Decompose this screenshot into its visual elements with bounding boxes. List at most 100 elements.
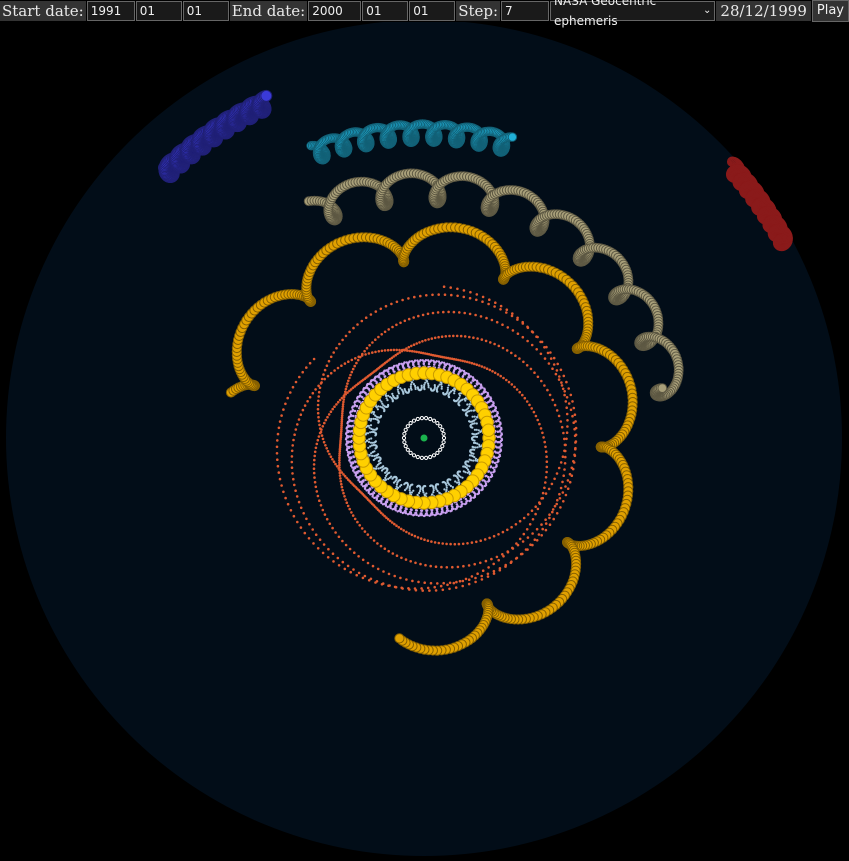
mars-trace-dot bbox=[353, 517, 357, 521]
mars-trace-dot bbox=[566, 425, 569, 428]
mars-trace-dot bbox=[511, 546, 514, 550]
mars-trace-dot bbox=[561, 455, 565, 459]
mars-trace-dot bbox=[560, 425, 564, 429]
venus-trace-dot bbox=[353, 405, 356, 408]
mars-trace-dot bbox=[552, 517, 555, 521]
mercury-trace-dot bbox=[457, 478, 460, 482]
mars-trace-dot bbox=[546, 388, 549, 392]
mars-trace-dot bbox=[314, 388, 317, 391]
mars-trace-dot bbox=[434, 565, 438, 568]
mars-trace-dot bbox=[301, 370, 305, 374]
mars-trace-dot bbox=[490, 557, 493, 561]
mars-trace-dot bbox=[418, 341, 421, 344]
mars-trace-dot bbox=[473, 562, 477, 566]
venus-trace-dot bbox=[346, 436, 350, 439]
venus-trace-dot bbox=[384, 502, 388, 506]
mars-trace-dot bbox=[437, 293, 441, 296]
mars-trace-dot bbox=[289, 509, 293, 512]
mars-trace-dot bbox=[525, 400, 529, 403]
mars-trace-dot bbox=[349, 373, 352, 377]
mars-trace-dot bbox=[463, 311, 467, 315]
mars-trace-dot bbox=[544, 522, 548, 525]
mars-trace-dot bbox=[398, 351, 402, 354]
mars-trace-dot bbox=[565, 412, 569, 416]
mars-trace-dot bbox=[383, 349, 387, 352]
mercury-trace-dot bbox=[472, 409, 475, 412]
mars-trace-dot bbox=[551, 367, 554, 371]
mars-trace-dot bbox=[276, 439, 279, 442]
venus-trace-dot bbox=[426, 509, 429, 512]
mars-trace-dot bbox=[317, 415, 320, 419]
mercury-trace-dot bbox=[467, 470, 471, 473]
venus-trace-dot bbox=[406, 363, 410, 367]
mars-trace-dot bbox=[408, 349, 412, 353]
mars-trace-dot bbox=[328, 452, 331, 456]
end-day-input[interactable] bbox=[409, 1, 456, 21]
current-date-display: 28/12/1999 bbox=[716, 1, 811, 21]
venus-trace-dot bbox=[389, 505, 392, 508]
mars-trace-dot bbox=[413, 295, 416, 299]
mars-trace-dot bbox=[533, 538, 537, 541]
mercury-trace-dot bbox=[432, 491, 435, 494]
mars-trace-dot bbox=[441, 588, 445, 592]
mars-trace-dot bbox=[458, 579, 462, 583]
end-month-input[interactable] bbox=[362, 1, 409, 21]
mars-trace-dot bbox=[504, 565, 507, 568]
mars-trace-dot bbox=[342, 394, 346, 398]
venus-trace-dot bbox=[480, 488, 483, 492]
mars-trace-dot bbox=[499, 374, 503, 378]
mars-trace-dot bbox=[436, 582, 439, 585]
mars-trace-dot bbox=[384, 304, 388, 308]
mars-trace-dot bbox=[391, 325, 394, 329]
mercury-trace-dot bbox=[379, 405, 382, 408]
start-day-input[interactable] bbox=[182, 1, 229, 21]
mars-trace-dot bbox=[531, 532, 534, 535]
mars-trace-dot bbox=[541, 431, 544, 435]
ephemeris-select[interactable]: NASA Geocentric ephemeris ⌄ bbox=[550, 0, 716, 28]
mercury-trace-dot bbox=[464, 471, 467, 474]
mars-trace-dot bbox=[465, 360, 469, 364]
end-year-input[interactable] bbox=[308, 1, 362, 21]
mars-trace-dot bbox=[541, 491, 545, 495]
mars-trace-dot bbox=[522, 532, 526, 536]
mars-trace-dot bbox=[495, 320, 499, 324]
mars-trace-dot bbox=[452, 310, 456, 314]
chevron-down-icon: ⌄ bbox=[703, 5, 712, 16]
mercury-trace-dot bbox=[375, 465, 378, 468]
start-year-input[interactable] bbox=[86, 1, 135, 21]
mars-trace-dot bbox=[544, 476, 548, 479]
step-input[interactable] bbox=[501, 1, 550, 21]
mars-trace-dot bbox=[546, 351, 550, 355]
mars-trace-dot bbox=[399, 576, 402, 580]
mars-trace-dot bbox=[532, 410, 536, 414]
mars-trace-dot bbox=[563, 468, 566, 471]
mars-trace-dot bbox=[474, 576, 477, 580]
play-button[interactable]: Play bbox=[811, 0, 849, 22]
mars-trace-dot bbox=[424, 339, 427, 342]
mercury-trace-dot bbox=[367, 440, 371, 444]
mars-trace-dot bbox=[312, 542, 315, 545]
mars-trace-dot bbox=[505, 308, 509, 312]
mars-trace-dot bbox=[349, 570, 353, 574]
mars-trace-dot bbox=[316, 438, 320, 442]
mars-trace-dot bbox=[572, 406, 576, 410]
mercury-trace-dot bbox=[399, 387, 402, 390]
mars-trace-dot bbox=[481, 300, 484, 304]
mercury-trace-dot bbox=[388, 395, 392, 398]
mercury-trace-dot bbox=[410, 381, 413, 384]
mars-trace-dot bbox=[320, 428, 323, 431]
mars-trace-dot bbox=[376, 542, 379, 545]
mars-trace-dot bbox=[448, 581, 452, 585]
mars-trace-dot bbox=[318, 431, 322, 435]
mars-trace-dot bbox=[420, 587, 423, 590]
mercury-trace-dot bbox=[467, 407, 470, 410]
venus-trace-dot bbox=[489, 471, 493, 474]
mars-trace-dot bbox=[545, 455, 548, 459]
start-month-input[interactable] bbox=[135, 1, 182, 21]
venus-trace-dot bbox=[373, 496, 376, 500]
mars-trace-dot bbox=[572, 421, 575, 425]
mars-trace-dot bbox=[361, 558, 365, 562]
mars-trace-dot bbox=[490, 318, 494, 322]
mars-trace-dot bbox=[419, 294, 422, 298]
mars-trace-dot bbox=[292, 438, 295, 442]
